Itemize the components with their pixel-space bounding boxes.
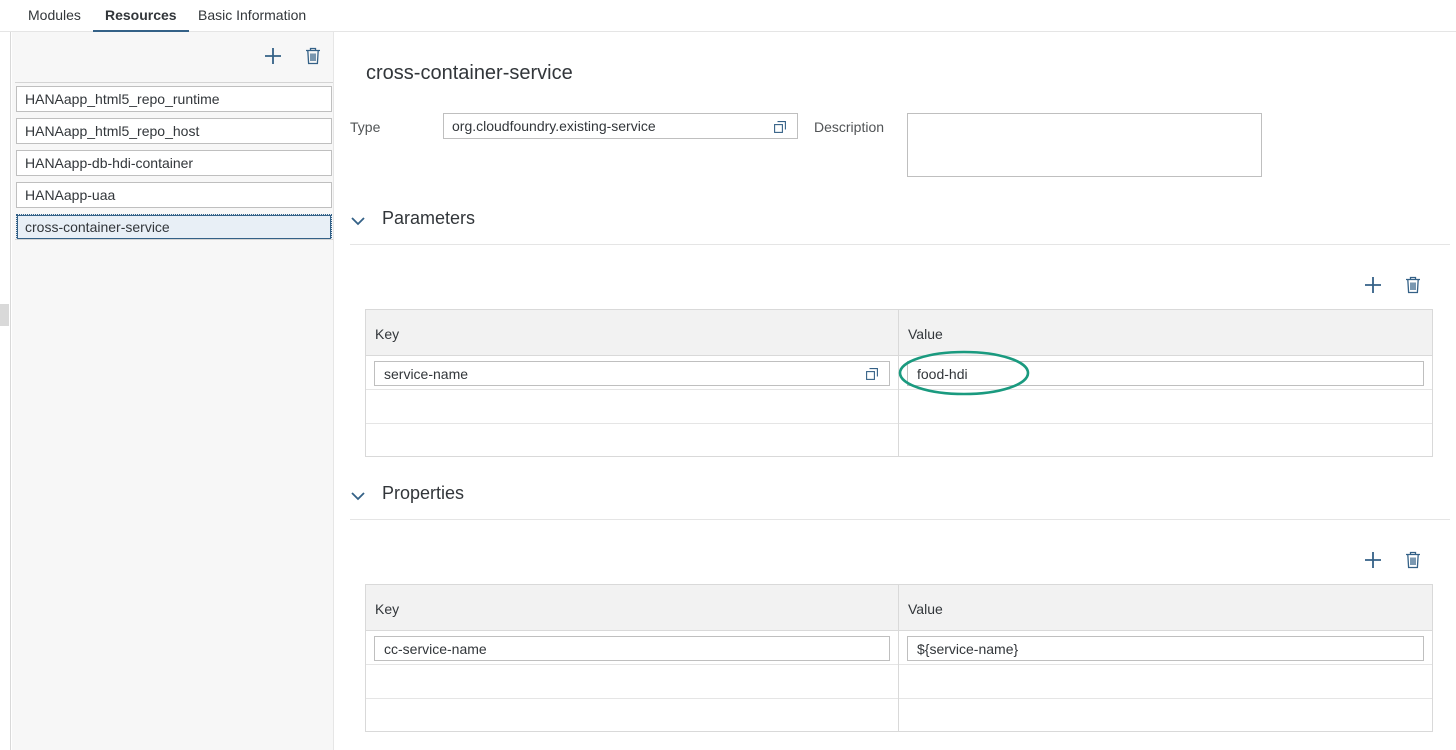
chevron-down-icon[interactable] — [350, 488, 366, 504]
resource-item-label[interactable]: cross-container-service — [16, 214, 332, 240]
resource-title: cross-container-service — [366, 62, 573, 84]
table-header: Key Value — [366, 585, 1432, 631]
tab-basic-information[interactable]: Basic Information — [186, 0, 318, 32]
resource-item-label: HANAapp_html5_repo_runtime — [16, 86, 332, 112]
parameter-key-value: service-name — [384, 366, 469, 382]
tab-resources[interactable]: Resources — [93, 0, 189, 32]
type-field[interactable]: org.cloudfoundry.existing-service — [443, 113, 798, 139]
tab-modules[interactable]: Modules — [16, 0, 93, 32]
delete-resource-button[interactable] — [301, 44, 325, 68]
key-column-header: Key — [375, 601, 400, 617]
resource-item-label: HANAapp_html5_repo_host — [16, 118, 332, 144]
description-label: Description — [814, 119, 885, 135]
parameters-title: Parameters — [382, 208, 476, 228]
delete-property-button[interactable] — [1402, 549, 1424, 571]
highlight-ring — [898, 350, 1030, 396]
add-parameter-button[interactable] — [1362, 274, 1384, 296]
column-divider — [898, 585, 899, 731]
key-column-header: Key — [375, 326, 400, 342]
parameter-key-input[interactable]: service-name — [374, 361, 890, 386]
table-row — [366, 699, 1432, 732]
add-icon — [1365, 277, 1381, 293]
delete-parameter-button[interactable] — [1402, 274, 1424, 296]
list-item[interactable]: HANAapp_html5_repo_runtime — [15, 83, 333, 115]
table-row — [366, 424, 1432, 457]
resource-item-label: HANAapp-db-hdi-container — [16, 150, 332, 176]
property-key-input[interactable]: cc-service-name — [374, 636, 890, 661]
resource-list: HANAapp_html5_repo_runtime HANAapp_html5… — [15, 82, 333, 243]
description-textarea[interactable] — [907, 113, 1262, 177]
chevron-down-icon[interactable] — [350, 213, 366, 229]
properties-title: Properties — [382, 483, 465, 503]
delete-icon — [1406, 551, 1420, 569]
table-row — [366, 666, 1432, 699]
parameters-section-header[interactable]: Parameters — [350, 205, 1450, 245]
add-icon — [265, 48, 281, 64]
type-value: org.cloudfoundry.existing-service — [452, 118, 656, 134]
type-label: Type — [350, 119, 381, 135]
add-property-button[interactable] — [1362, 549, 1384, 571]
value-help-icon[interactable] — [866, 367, 880, 381]
value-column-header: Value — [908, 601, 943, 617]
property-key-value: cc-service-name — [384, 641, 487, 657]
list-item[interactable]: HANAapp-uaa — [15, 179, 333, 211]
resource-list-panel: HANAapp_html5_repo_runtime HANAapp_html5… — [12, 32, 334, 750]
value-help-icon[interactable] — [774, 120, 788, 134]
properties-table: Key Value cc-service-name ${service-name… — [365, 584, 1433, 732]
resource-item-label: HANAapp-uaa — [16, 182, 332, 208]
splitter-handle[interactable] — [0, 304, 9, 326]
tab-bar: Modules Resources Basic Information — [0, 0, 1456, 32]
list-item[interactable]: HANAapp-db-hdi-container — [15, 147, 333, 179]
property-value-value: ${service-name} — [917, 641, 1019, 657]
list-item[interactable]: HANAapp_html5_repo_host — [15, 115, 333, 147]
property-value-input[interactable]: ${service-name} — [907, 636, 1424, 661]
properties-section-header[interactable]: Properties — [350, 480, 1450, 520]
delete-icon — [306, 47, 320, 65]
table-row: cc-service-name ${service-name} — [366, 632, 1432, 665]
left-splitter[interactable] — [0, 32, 11, 750]
delete-icon — [1406, 276, 1420, 294]
add-resource-button[interactable] — [261, 44, 285, 68]
add-icon — [1365, 552, 1381, 568]
list-divider — [15, 239, 333, 240]
value-column-header: Value — [908, 326, 943, 342]
